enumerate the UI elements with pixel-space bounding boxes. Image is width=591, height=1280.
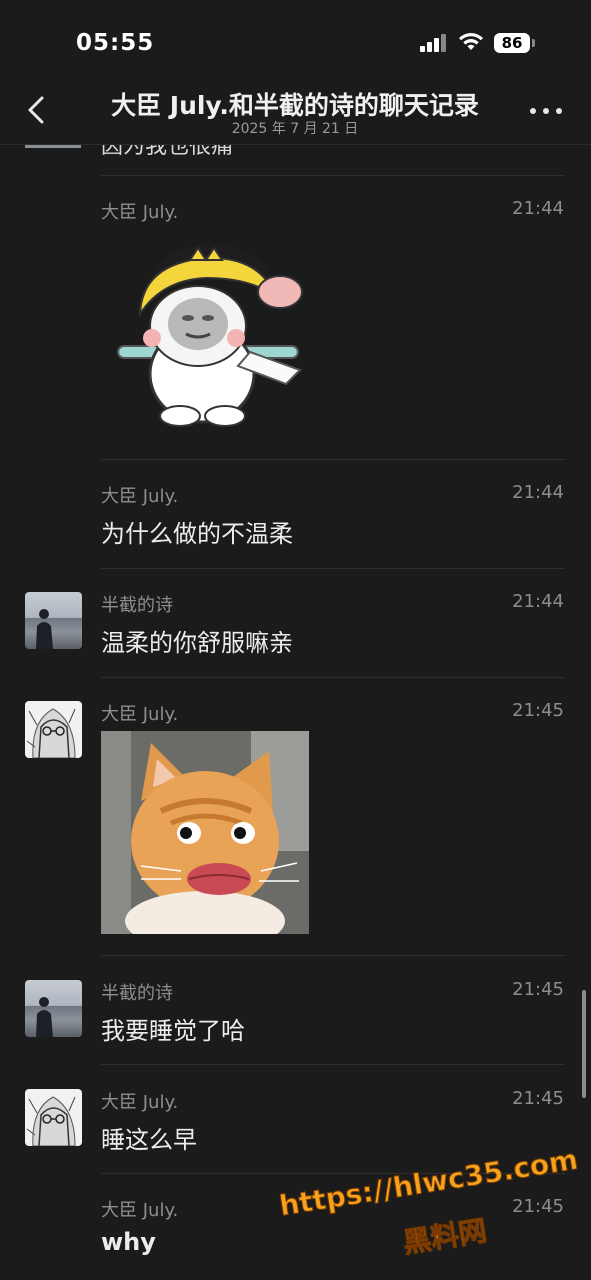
message-sender: 大臣 July.: [101, 704, 179, 725]
scrollbar[interactable]: [582, 990, 586, 1098]
wifi-icon: [459, 33, 483, 50]
anime-girl-icon: [26, 1096, 76, 1146]
divider: [101, 459, 565, 460]
cat-photo[interactable]: [101, 731, 309, 934]
person-silhouette-icon: [36, 609, 53, 649]
battery-tip: [532, 39, 535, 47]
battery-icon: 86: [494, 33, 530, 53]
message-time: 21:44: [512, 591, 564, 612]
message-text: 睡这么早: [101, 1126, 197, 1154]
message-sender: 大臣 July.: [101, 1092, 179, 1113]
message-text: 温柔的你舒服嘛亲: [101, 629, 293, 657]
message-sender: 大臣 July.: [101, 486, 179, 507]
message-sender: 大臣 July.: [101, 1200, 179, 1221]
page-subtitle: 2025 年 7 月 21 日: [231, 121, 359, 137]
anime-girl-icon: [26, 708, 76, 758]
message-text: 为什么做的不温柔: [101, 520, 293, 548]
page-title: 大臣 July.和半截的诗的聊天记录: [111, 91, 479, 120]
person-silhouette-icon: [36, 997, 53, 1037]
more-dots-icon[interactable]: [526, 100, 566, 120]
avatar[interactable]: [25, 592, 82, 649]
message-time: 21:45: [512, 1196, 564, 1217]
message-sender: 半截的诗: [101, 983, 173, 1004]
divider: [101, 175, 565, 176]
sticker-image[interactable]: [110, 234, 310, 434]
message-sender: 半截的诗: [101, 595, 173, 616]
watermark-name: 黑料网: [400, 1213, 489, 1260]
divider: [101, 677, 565, 678]
message-time: 21:45: [512, 1088, 564, 1109]
avatar[interactable]: [25, 980, 82, 1037]
status-time: 05:55: [76, 30, 155, 56]
message-text: why: [101, 1228, 156, 1256]
avatar[interactable]: [25, 701, 82, 758]
divider: [101, 955, 565, 956]
message-time: 21:45: [512, 979, 564, 1000]
message-time: 21:44: [512, 198, 564, 219]
chat-history-screen: 05:55 86 大臣 July.和半截的诗的聊天记录 2025 年 7 月 2…: [0, 0, 591, 1280]
divider: [101, 568, 565, 569]
chat-header: 大臣 July.和半截的诗的聊天记录 2025 年 7 月 21 日: [0, 80, 591, 145]
status-bar: 05:55 86: [0, 0, 591, 80]
signal-icon: [420, 34, 448, 52]
chevron-left-icon[interactable]: [20, 90, 56, 130]
message-time: 21:45: [512, 700, 564, 721]
message-time: 21:44: [512, 482, 564, 503]
message-sender: 大臣 July.: [101, 202, 179, 223]
message-text: 我要睡觉了哈: [101, 1017, 245, 1045]
divider: [101, 1064, 565, 1065]
avatar[interactable]: [25, 1089, 82, 1146]
